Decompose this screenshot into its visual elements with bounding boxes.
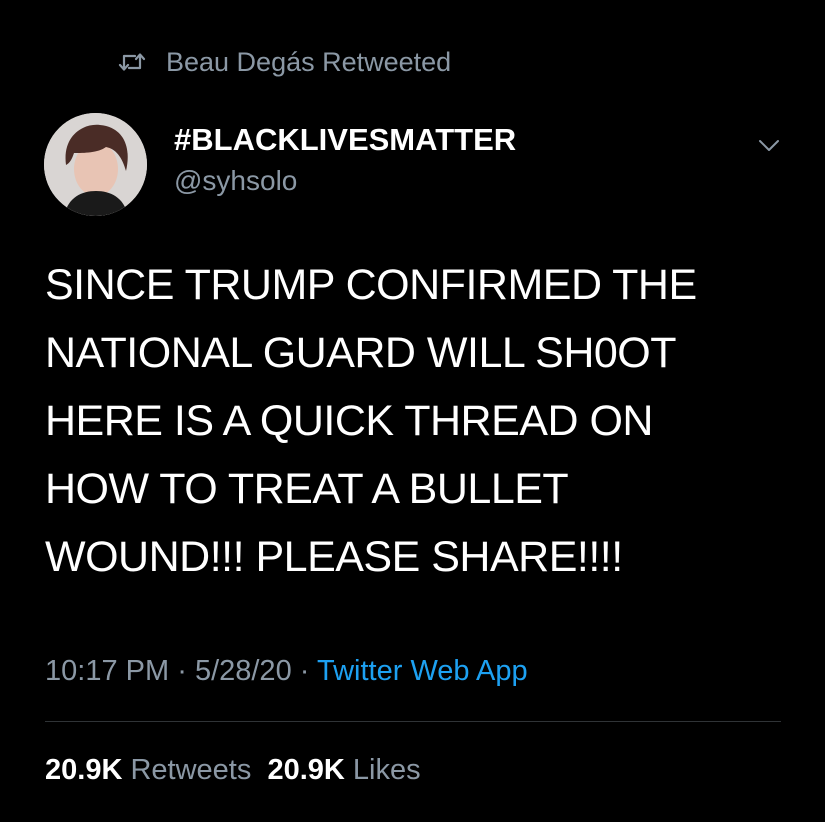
tweet-date[interactable]: 5/28/20 [195, 655, 292, 687]
user-handle[interactable]: @syhsolo [174, 163, 297, 199]
tweet-text-line: HOW TO TREAT A BULLET [45, 465, 569, 513]
tweet-time[interactable]: 10:17 PM [45, 655, 169, 687]
avatar[interactable] [44, 113, 147, 216]
tweet-text-line: HERE IS A QUICK THREAD ON [45, 397, 653, 445]
likes-count: 20.9K [267, 754, 345, 786]
retweets-stat[interactable]: 20.9K Retweets [45, 754, 251, 786]
divider [45, 721, 781, 722]
meta-separator: · [177, 655, 187, 687]
likes-stat[interactable]: 20.9K Likes [267, 754, 420, 786]
likes-label: Likes [352, 754, 421, 786]
retweet-context[interactable]: Beau Degás Retweeted [118, 44, 451, 80]
engagement-stats: 20.9K Retweets 20.9K Likes [45, 752, 421, 788]
tweet-metadata: 10:17 PM · 5/28/20 · Twitter Web App [45, 653, 528, 689]
display-name[interactable]: #BLACKLIVESMATTER [174, 120, 516, 160]
retweets-count: 20.9K [45, 754, 123, 786]
retweets-label: Retweets [130, 754, 252, 786]
retweet-icon [118, 52, 146, 72]
tweet-text-line: NATIONAL GUARD WILL SH0OT [45, 329, 677, 377]
tweet-text-line: WOUND!!! PLEASE SHARE!!!! [45, 533, 623, 581]
meta-separator: · [299, 655, 310, 687]
retweet-context-label: Beau Degás Retweeted [166, 46, 452, 77]
tweet-source-link[interactable]: Twitter Web App [317, 655, 528, 687]
tweet-body: SINCE TRUMP CONFIRMED THE NATIONAL GUARD… [45, 251, 765, 591]
chevron-down-icon[interactable] [754, 130, 784, 160]
tweet-text-line: SINCE TRUMP CONFIRMED THE [45, 261, 697, 309]
